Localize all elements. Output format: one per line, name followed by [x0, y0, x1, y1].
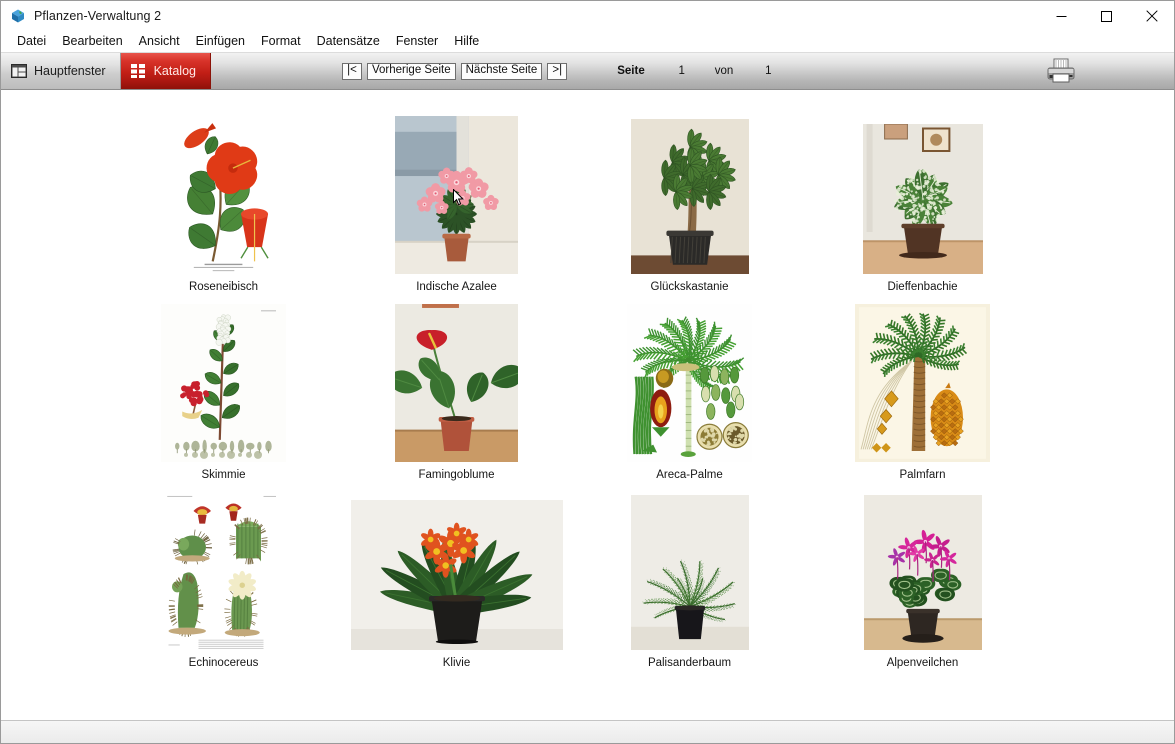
page-of-label: von — [715, 65, 734, 77]
catalog-row: Echinocereus Klivie Palisanderbaum Alpenvei… — [1, 490, 1174, 678]
tab-hauptfenster-label: Hauptfenster — [34, 64, 106, 78]
catalog-item[interactable]: Klivie — [340, 490, 573, 678]
catalog-item[interactable]: Roseneibisch — [107, 114, 340, 302]
plant-name-label: Palisanderbaum — [648, 657, 731, 669]
toolbar: Hauptfenster Katalog |< Vorherige Seite … — [1, 52, 1174, 90]
plant-thumbnail[interactable] — [351, 490, 563, 650]
menu-format[interactable]: Format — [253, 32, 309, 51]
current-page-value: 1 — [669, 65, 695, 77]
plant-database-icon — [10, 8, 26, 24]
title-bar: Pflanzen-Verwaltung 2 — [1, 1, 1174, 31]
catalog-item[interactable]: Skimmie — [107, 302, 340, 490]
catalog-item[interactable]: Dieffenbachie — [806, 114, 1039, 302]
page-label: Seite — [617, 65, 645, 77]
previous-page-button[interactable]: Vorherige Seite — [367, 63, 456, 80]
plant-name-label: Klivie — [443, 657, 470, 669]
first-page-button[interactable]: |< — [342, 63, 362, 80]
minimize-button[interactable] — [1039, 1, 1084, 31]
page-navigation-group: |< Vorherige Seite Nächste Seite >| — [342, 53, 567, 89]
catalog-row: Roseneibisch Indische Azalee Glückskastani… — [1, 114, 1174, 302]
plant-thumbnail[interactable] — [864, 490, 982, 650]
catalog-item[interactable]: Echinocereus — [107, 490, 340, 678]
menu-einfuegen[interactable]: Einfügen — [188, 32, 253, 51]
plant-thumbnail[interactable] — [161, 490, 286, 650]
page-indicator: Seite 1 von 1 — [617, 53, 781, 89]
plant-name-label: Glückskastanie — [651, 281, 729, 293]
menu-ansicht[interactable]: Ansicht — [131, 32, 188, 51]
layout-window-icon — [11, 64, 27, 78]
plant-thumbnail[interactable] — [395, 114, 518, 274]
plant-thumbnail[interactable] — [863, 114, 983, 274]
plant-thumbnail[interactable] — [161, 302, 286, 462]
tab-katalog-label: Katalog — [154, 64, 196, 78]
plant-name-label: Skimmie — [201, 469, 245, 481]
plant-thumbnail[interactable] — [627, 302, 752, 462]
next-page-button[interactable]: Nächste Seite — [461, 63, 543, 80]
catalog-item[interactable]: Palmfarn — [806, 302, 1039, 490]
close-button[interactable] — [1129, 1, 1174, 31]
catalog-canvas: Roseneibisch Indische Azalee Glückskastani… — [1, 90, 1174, 720]
catalog-item[interactable]: Glückskastanie — [573, 114, 806, 302]
catalog-item[interactable]: Areca-Palme — [573, 302, 806, 490]
plant-thumbnail[interactable] — [855, 302, 990, 462]
menu-datensaetze[interactable]: Datensätze — [309, 32, 388, 51]
plant-name-label: Roseneibisch — [189, 281, 258, 293]
printer-icon[interactable] — [1045, 55, 1077, 87]
plant-thumbnail[interactable] — [395, 302, 518, 462]
plant-name-label: Famingoblume — [418, 469, 494, 481]
catalog-item[interactable]: Alpenveilchen — [806, 490, 1039, 678]
window-controls — [1039, 1, 1174, 31]
catalog-item[interactable]: Famingoblume — [340, 302, 573, 490]
plant-name-label: Areca-Palme — [656, 469, 722, 481]
plant-name-label: Indische Azalee — [416, 281, 497, 293]
plant-thumbnail[interactable] — [631, 490, 749, 650]
maximize-button[interactable] — [1084, 1, 1129, 31]
plant-name-label: Dieffenbachie — [887, 281, 957, 293]
plant-name-label: Alpenveilchen — [887, 657, 959, 669]
application-window: Pflanzen-Verwaltung 2 Datei Bearbeiten A… — [0, 0, 1175, 744]
tab-katalog[interactable]: Katalog — [121, 53, 211, 89]
catalog-item[interactable]: Palisanderbaum — [573, 490, 806, 678]
status-bar — [1, 720, 1174, 743]
menu-bar: Datei Bearbeiten Ansicht Einfügen Format… — [1, 31, 1174, 52]
window-title: Pflanzen-Verwaltung 2 — [34, 9, 161, 23]
plant-name-label: Echinocereus — [189, 657, 259, 669]
tab-hauptfenster[interactable]: Hauptfenster — [1, 53, 121, 89]
total-pages-value: 1 — [755, 65, 781, 77]
plant-thumbnail[interactable] — [631, 114, 749, 274]
last-page-button[interactable]: >| — [547, 63, 567, 80]
menu-hilfe[interactable]: Hilfe — [446, 32, 487, 51]
menu-bearbeiten[interactable]: Bearbeiten — [54, 32, 130, 51]
catalog-grid: Roseneibisch Indische Azalee Glückskastani… — [1, 90, 1174, 678]
menu-fenster[interactable]: Fenster — [388, 32, 446, 51]
menu-datei[interactable]: Datei — [9, 32, 54, 51]
catalog-row: Skimmie Famingoblume Areca-Palme Palmfarn — [1, 302, 1174, 490]
grid-tiles-icon — [131, 64, 147, 78]
plant-thumbnail[interactable] — [156, 114, 291, 274]
plant-name-label: Palmfarn — [899, 469, 945, 481]
catalog-item[interactable]: Indische Azalee — [340, 114, 573, 302]
